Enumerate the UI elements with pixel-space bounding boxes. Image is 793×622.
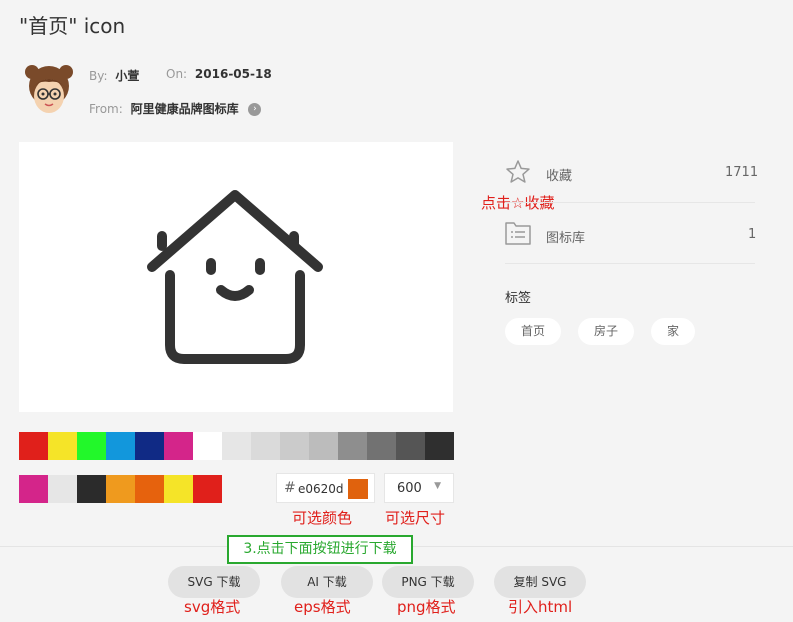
annotation-color: 可选颜色 [292,509,353,527]
favorite-button[interactable]: 收藏 [546,165,572,184]
annotation-eps: eps格式 [294,598,351,616]
color-swatch[interactable] [106,475,135,503]
color-swatch[interactable] [19,475,48,503]
hash-symbol: # [284,480,296,496]
upload-date: 2016-05-18 [194,67,272,81]
by-label: By: [89,69,108,83]
tag-item[interactable]: 家 [651,318,695,345]
date-line: On: 2016-05-18 [166,67,272,81]
color-swatch[interactable] [135,432,164,460]
palette-row-2 [19,475,222,503]
page-title: "首页" icon [19,14,126,38]
on-label: On: [166,67,188,81]
color-swatch[interactable] [106,432,135,460]
color-hex-value[interactable]: e0620d [298,482,344,496]
house-smile-icon [147,190,323,364]
color-swatch[interactable] [251,432,280,460]
color-swatch[interactable] [135,475,164,503]
library-button[interactable]: 图标库 [546,227,585,246]
color-swatch[interactable] [309,432,338,460]
svg-download-button[interactable]: SVG 下载 [168,566,260,598]
color-swatch[interactable] [77,475,106,503]
color-swatch[interactable] [396,432,425,460]
color-swatch[interactable] [367,432,396,460]
annotation-html: 引入html [508,598,573,616]
color-input[interactable]: # e0620d [276,473,375,503]
copy-svg-button[interactable]: 复制 SVG [494,566,586,598]
chevron-right-icon[interactable]: › [248,103,262,116]
author-name[interactable]: 小萱 [115,69,139,83]
color-swatch[interactable] [338,432,367,460]
divider [505,202,755,203]
color-swatch[interactable] [164,475,193,503]
color-swatch[interactable] [193,432,222,460]
favorite-count: 1711 [725,165,759,180]
library-count: 1 [748,227,757,242]
ai-download-button[interactable]: AI 下载 [281,566,373,598]
annotation-download: 3.点击下面按钮进行下载 [227,535,413,564]
color-swatch[interactable] [425,432,454,460]
from-label: From: [89,102,123,116]
color-swatch[interactable] [164,432,193,460]
color-swatch[interactable] [19,432,48,460]
size-value: 600 [397,481,422,496]
author-avatar[interactable] [24,64,74,118]
annotation-svg: svg格式 [184,598,241,616]
size-select[interactable]: 600 ▼ [384,473,454,503]
library-link[interactable]: 阿里健康品牌图标库 [131,102,239,116]
source-line: From: 阿里健康品牌图标库 › [89,100,262,117]
star-icon[interactable] [505,159,531,185]
tag-item[interactable]: 首页 [505,318,561,345]
png-download-button[interactable]: PNG 下载 [382,566,474,598]
author-line: By: 小萱 [89,67,139,84]
folder-list-icon[interactable] [504,220,532,246]
chevron-down-icon: ▼ [434,481,441,491]
color-preview-swatch[interactable] [348,479,368,499]
annotation-png: png格式 [397,598,456,616]
tag-item[interactable]: 房子 [578,318,634,345]
tags-heading: 标签 [505,291,532,306]
color-swatch[interactable] [48,432,77,460]
icon-preview [19,142,453,412]
color-swatch[interactable] [77,432,106,460]
palette-row-1 [19,432,454,460]
divider [505,263,755,264]
color-swatch[interactable] [193,475,222,503]
color-swatch[interactable] [222,432,251,460]
color-swatch[interactable] [280,432,309,460]
annotation-size: 可选尺寸 [385,509,446,527]
color-swatch[interactable] [48,475,77,503]
